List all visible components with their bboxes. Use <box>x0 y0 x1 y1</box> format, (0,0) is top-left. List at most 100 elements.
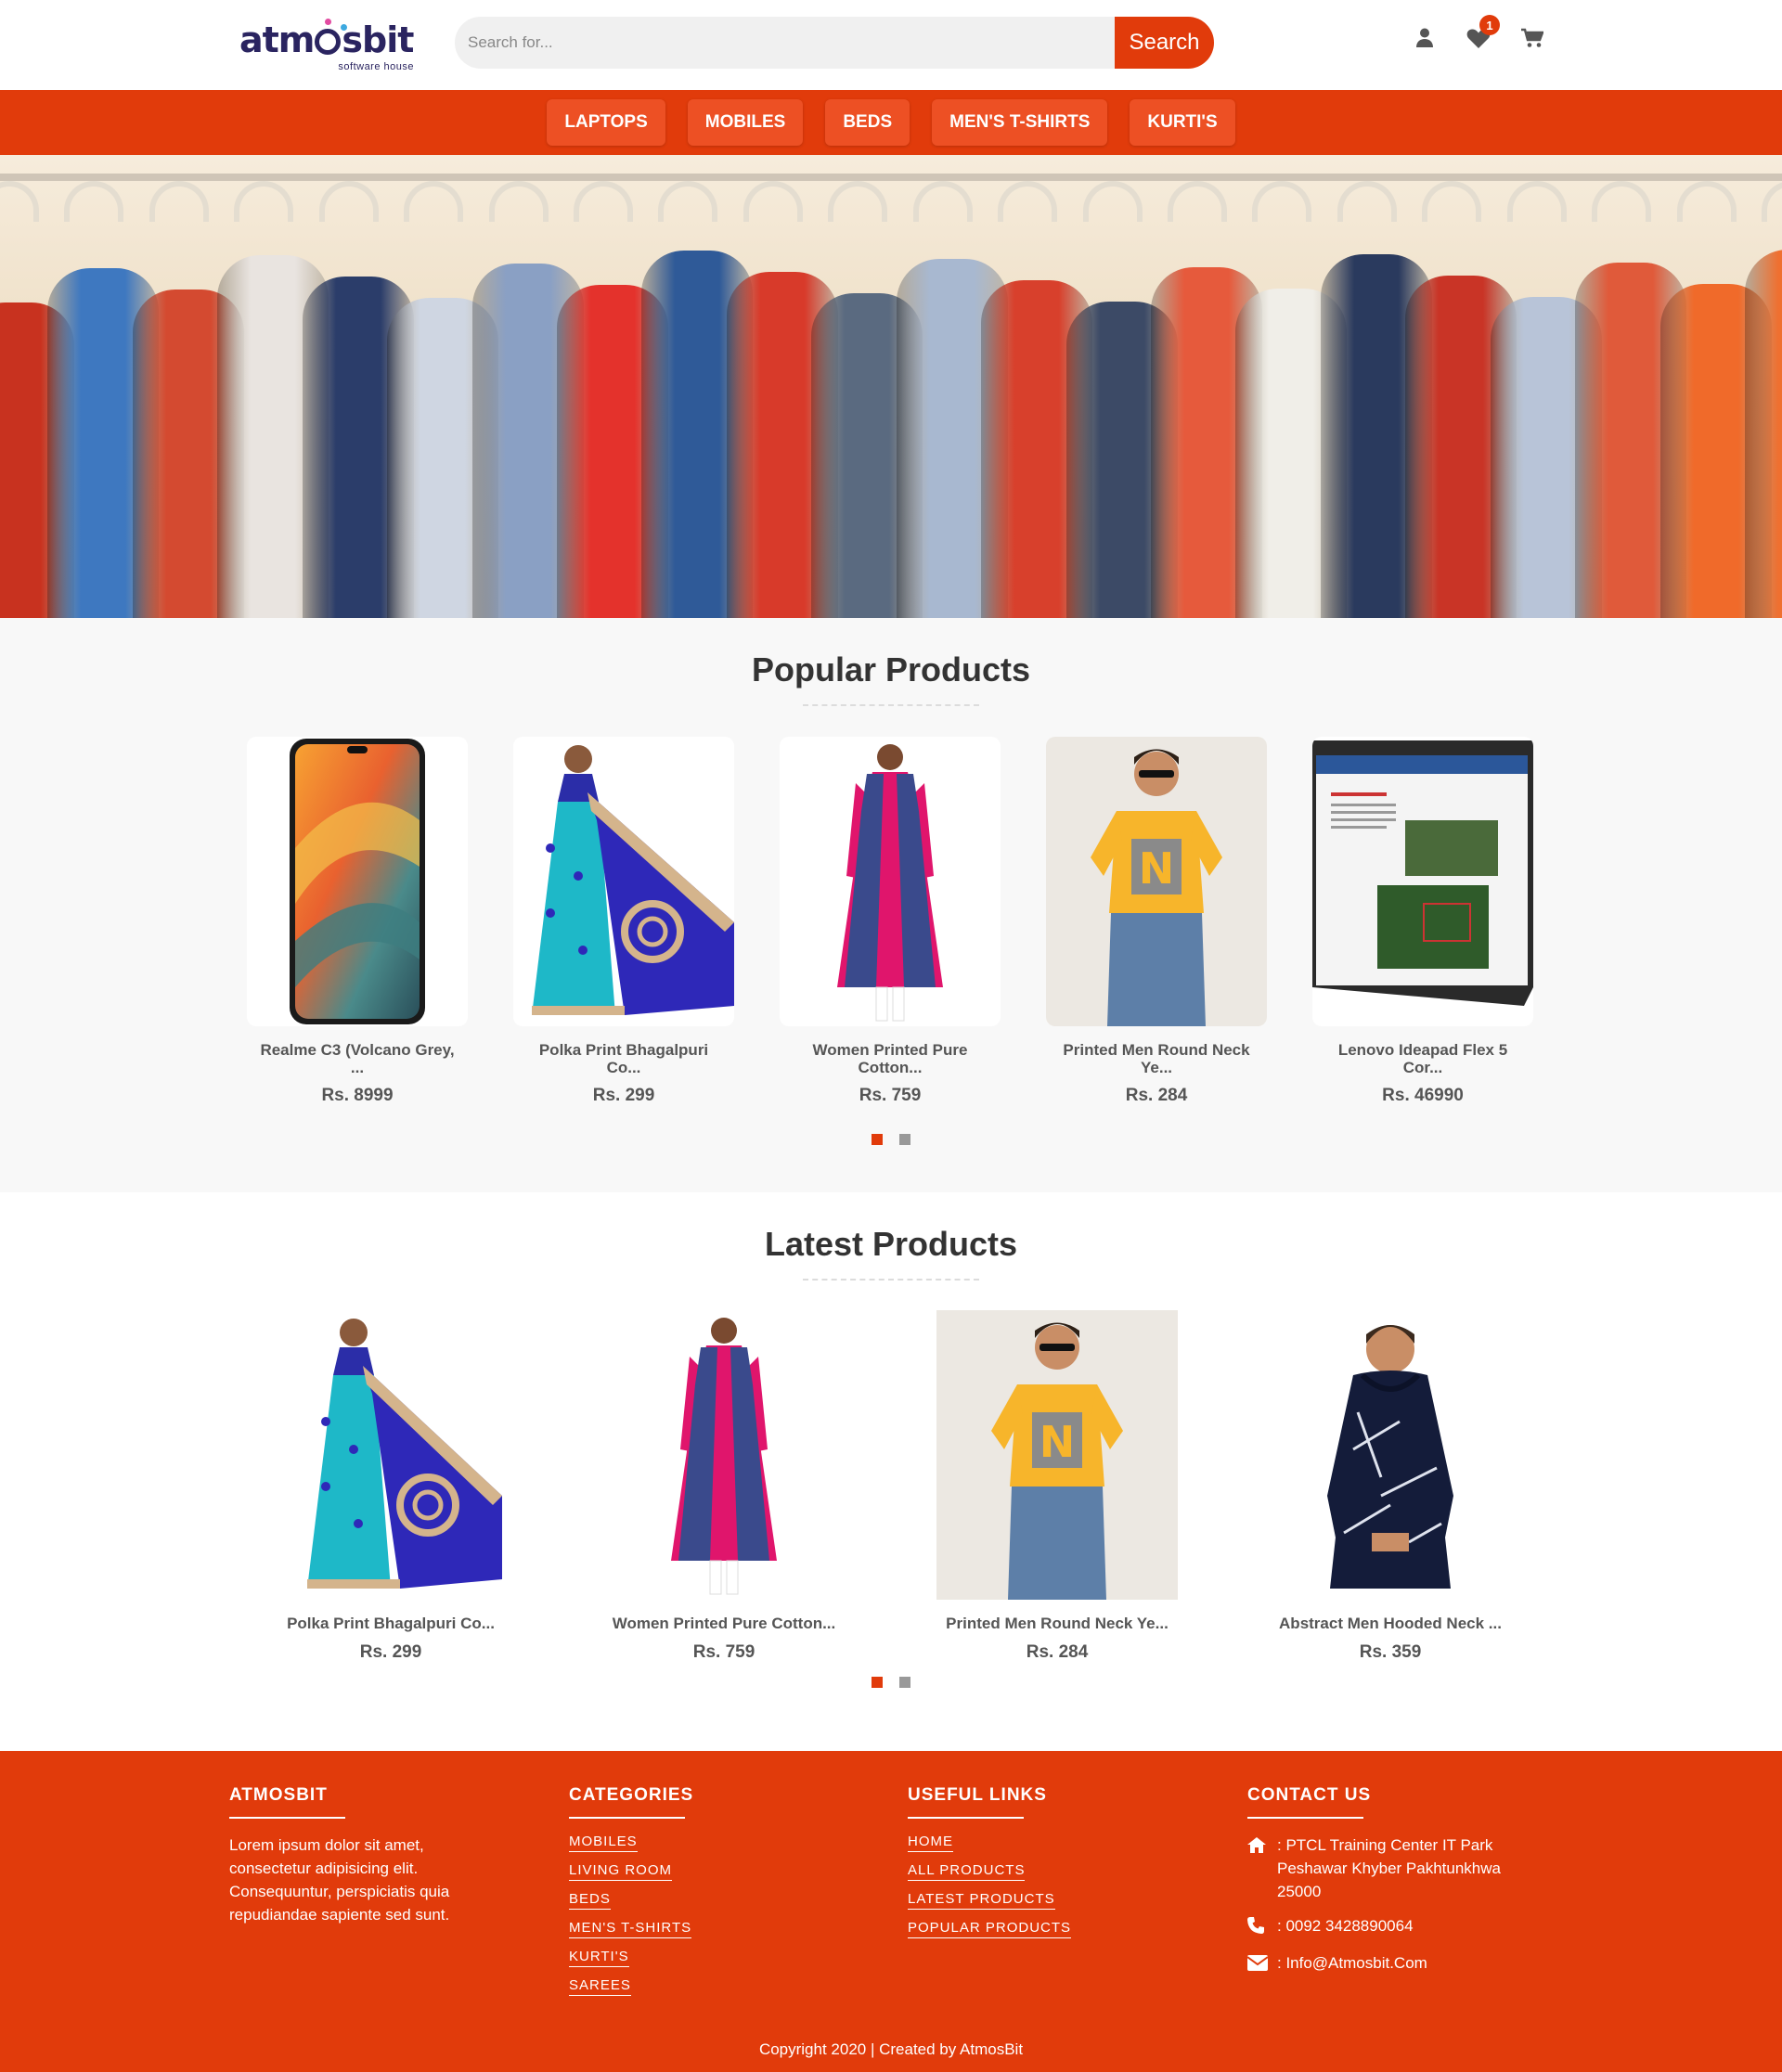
footer-link-mobiles[interactable]: MOBILES <box>569 1834 638 1852</box>
nav-mobiles[interactable]: MOBILES <box>687 99 804 146</box>
hanger <box>149 181 209 222</box>
product-name: Women Printed Pure Cotton... <box>812 1041 968 1076</box>
product-image-laptop <box>1312 737 1533 1026</box>
envelope-icon <box>1246 1951 1269 1977</box>
user-icon[interactable] <box>1413 26 1437 50</box>
clothes-rail <box>0 174 1782 181</box>
phone-text[interactable]: : 0092 3428890064 <box>1277 1914 1414 1940</box>
latest-carousel-dots <box>0 1677 1782 1688</box>
heading-underline <box>569 1817 685 1819</box>
product-image-kurti <box>603 1310 845 1600</box>
address-text: : PTCL Training Center IT Park Peshawar … <box>1277 1836 1501 1900</box>
product-name: Abstract Men Hooded Neck ... <box>1279 1615 1502 1632</box>
nav-kurtis[interactable]: KURTI'S <box>1130 99 1235 146</box>
product-image-tshirt: N <box>936 1310 1178 1600</box>
product-name: Women Printed Pure Cotton... <box>612 1615 836 1632</box>
product-name: Printed Men Round Neck Ye... <box>1063 1041 1250 1076</box>
home-icon <box>1247 1834 1268 1903</box>
product-price: Rs. 284 <box>1026 1642 1089 1662</box>
cart-icon[interactable] <box>1520 26 1544 50</box>
product-price: Rs. 284 <box>1125 1086 1188 1105</box>
title-divider <box>803 704 979 706</box>
product-card[interactable]: Lenovo Ideapad Flex 5 Cor... Rs. 46990 <box>1312 737 1533 1106</box>
hanging-shirt <box>1745 250 1782 618</box>
hanger <box>0 181 39 222</box>
carousel-dot[interactable] <box>872 1134 883 1145</box>
search-input[interactable] <box>455 17 1115 69</box>
footer-link-living-room[interactable]: LIVING ROOM <box>569 1862 673 1881</box>
product-card[interactable]: N Printed Men Round Neck Ye... Rs. 284 <box>1046 737 1267 1106</box>
svg-text:N: N <box>1139 843 1175 894</box>
footer-heading: CONTACT US <box>1247 1785 1372 1805</box>
hanger <box>234 181 293 222</box>
carousel-dot[interactable] <box>872 1677 883 1688</box>
nav-mens-tshirts[interactable]: MEN'S T-SHIRTS <box>932 99 1108 146</box>
section-title: Latest Products <box>764 1225 1018 1263</box>
footer-link-home[interactable]: HOME <box>908 1834 953 1852</box>
footer-about-text: Lorem ipsum dolor sit amet, consectetur … <box>229 1836 450 1924</box>
brand-tagline: software house <box>338 61 414 72</box>
footer-categories: CATEGORIES MOBILES LIVING ROOM BEDS MEN'… <box>569 1785 693 2006</box>
product-name: Printed Men Round Neck Ye... <box>946 1615 1169 1632</box>
product-card[interactable]: N Printed Men Round Neck Ye... Rs. 284 <box>936 1310 1178 1663</box>
product-image-tshirt: N <box>1046 737 1267 1026</box>
product-card[interactable]: Women Printed Pure Cotton... Rs. 759 <box>780 737 1001 1106</box>
footer-link-popular-products[interactable]: POPULAR PRODUCTS <box>908 1920 1072 1938</box>
product-card[interactable]: Polka Print Bhagalpuri Co... Rs. 299 <box>513 737 734 1106</box>
brand-logo[interactable]: atm sbit software house <box>239 19 425 76</box>
footer-link-sarees[interactable]: SAREES <box>569 1977 631 1996</box>
latest-products-section: Latest Products Polka Print Bhagalpuri C… <box>0 1192 1782 1751</box>
product-card[interactable]: Women Printed Pure Cotton... Rs. 759 <box>603 1310 845 1663</box>
copyright-text: Copyright 2020 | Created by AtmosBit <box>758 2040 1024 2058</box>
product-price: Rs. 46990 <box>1382 1086 1464 1105</box>
hanger <box>828 181 887 222</box>
footer-contact: CONTACT US : PTCL Training Center IT Par… <box>1246 1785 1535 1988</box>
hanger <box>913 181 973 222</box>
carousel-dot[interactable] <box>899 1677 910 1688</box>
carousel-dot[interactable] <box>899 1134 910 1145</box>
site-header: atmsbit software house Search 1 <box>0 0 1782 90</box>
category-navbar: LAPTOPS MOBILES BEDS MEN'S T-SHIRTS KURT… <box>0 90 1782 155</box>
nav-beds[interactable]: BEDS <box>825 99 910 146</box>
product-name: Polka Print Bhagalpuri Co... <box>538 1041 709 1076</box>
hanger <box>1083 181 1143 222</box>
popular-carousel-dots <box>0 1134 1782 1145</box>
phone-icon <box>1247 1914 1268 1940</box>
hanger <box>1507 181 1567 222</box>
hanger <box>404 181 463 222</box>
hanger <box>1422 181 1481 222</box>
hanger <box>1252 181 1311 222</box>
heart-icon[interactable]: 1 <box>1466 15 1500 50</box>
email-text[interactable]: : Info@Atmosbit.Com <box>1277 1951 1427 1977</box>
footer-heading: ATMOSBIT <box>229 1785 328 1805</box>
product-name: Polka Print Bhagalpuri Co... <box>287 1615 495 1632</box>
heading-underline <box>908 1817 1024 1819</box>
product-card[interactable]: Abstract Men Hooded Neck ... Rs. 359 <box>1270 1310 1511 1663</box>
product-price: Rs. 299 <box>359 1642 422 1662</box>
heading-underline <box>229 1817 345 1819</box>
search-button[interactable]: Search <box>1115 17 1214 69</box>
footer-link-all-products[interactable]: ALL PRODUCTS <box>908 1862 1026 1881</box>
product-name: Realme C3 (Volcano Grey, ... <box>260 1041 455 1076</box>
footer-link-mens-tshirts[interactable]: MEN'S T-SHIRTS <box>569 1920 692 1938</box>
hanger <box>574 181 633 222</box>
product-card[interactable]: Realme C3 (Volcano Grey, ... Rs. 8999 <box>247 737 468 1106</box>
product-card[interactable]: Polka Print Bhagalpuri Co... Rs. 299 <box>270 1310 511 1663</box>
footer-link-beds[interactable]: BEDS <box>569 1891 611 1910</box>
footer-about: ATMOSBIT Lorem ipsum dolor sit amet, con… <box>229 1785 482 1926</box>
hanger <box>1592 181 1651 222</box>
hero-banner <box>0 155 1782 618</box>
footer-link-kurtis[interactable]: KURTI'S <box>569 1949 629 1967</box>
footer-useful-links: USEFUL LINKS HOME ALL PRODUCTS LATEST PR… <box>908 1785 1072 1949</box>
hanger <box>64 181 123 222</box>
contact-email: : Info@Atmosbit.Com <box>1246 1951 1535 1977</box>
footer-heading: CATEGORIES <box>569 1785 694 1805</box>
product-image-saree <box>513 737 734 1026</box>
product-image-kurti <box>780 737 1001 1026</box>
product-price: Rs. 759 <box>692 1642 755 1662</box>
hanger <box>658 181 717 222</box>
nav-laptops[interactable]: LAPTOPS <box>547 99 665 146</box>
product-price: Rs. 359 <box>1359 1642 1422 1662</box>
footer-link-latest-products[interactable]: LATEST PRODUCTS <box>908 1891 1055 1910</box>
hanger <box>1337 181 1397 222</box>
